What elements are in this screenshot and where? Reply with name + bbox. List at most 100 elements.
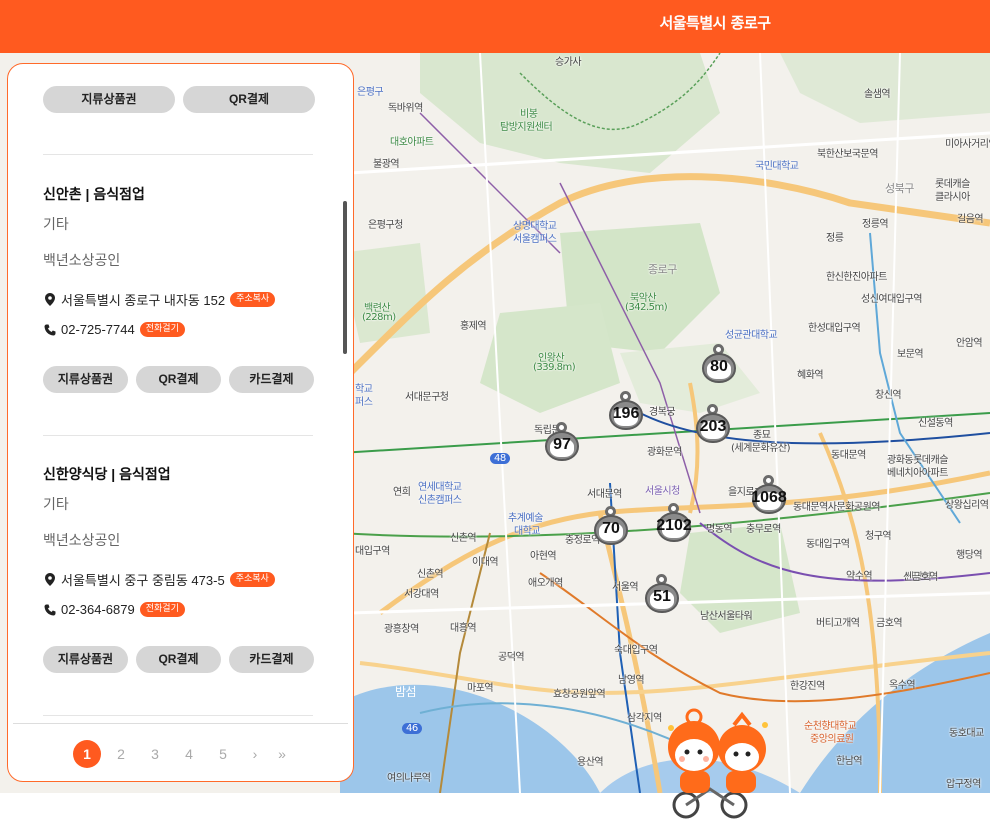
page-4-button[interactable]: 4 — [175, 740, 203, 768]
cluster-count: 80 — [710, 358, 728, 375]
call-button[interactable]: 전화걸기 — [139, 602, 185, 617]
next-page-button[interactable]: › — [241, 740, 269, 768]
map-label-gireum: 길음역 — [957, 214, 984, 225]
payment-button-row: 지류상품권 QR결제 카드결제 — [43, 646, 314, 673]
phone-icon — [43, 323, 57, 337]
map-label-gwanghwamun: 광화문역 — [647, 447, 682, 458]
map-label-gwanghwadong2: 베네치아아파트 — [887, 468, 948, 479]
map-label-baekryeonsan-h: (228m) — [362, 312, 396, 323]
map-label-jongmyo2: (세계문화유산) — [731, 443, 791, 454]
map-label-seodaemun-office: 서대문구청 — [405, 392, 449, 403]
payment-button-row: 지류상품권 QR결제 카드결제 — [43, 366, 314, 393]
map-label-solsaem: 솔샘역 — [864, 89, 891, 100]
store-type: 백년소상공인 — [43, 532, 121, 548]
map-label-yonsei2: 신촌캠퍼스 — [418, 495, 462, 506]
map-label-gongdeok: 공덕역 — [498, 652, 525, 663]
map-label-eunpyeong-office: 은평구청 — [368, 220, 403, 231]
store-address: 서울특별시 중구 중림동 473-5 — [61, 573, 225, 588]
map-label-samgakji: 삼각지역 — [627, 713, 662, 724]
store-name[interactable]: 신안촌 | 음식점업 — [43, 184, 145, 204]
store-list-scroll[interactable]: 지류상품권 QR결제 신안촌 | 음식점업 기타 백년소상공인 서울특별시 종로… — [8, 64, 353, 724]
page-2-button[interactable]: 2 — [107, 740, 135, 768]
payment-button-row: 지류상품권 QR결제 — [43, 86, 315, 113]
cluster-marker[interactable]: 70 — [593, 506, 629, 556]
map-label-sinchon: 신촌역 — [450, 533, 477, 544]
map-label-sinchon2: 신촌역 — [417, 569, 444, 580]
map-label-dokbawi: 독바위역 — [388, 103, 423, 114]
map-label-bamseom: 밤섬 — [395, 685, 417, 699]
store-category: 기타 — [43, 216, 69, 232]
map-label-sangwangsimni: 상왕십리역 — [945, 500, 989, 511]
map-label-yeouinaru: 여의나루역 — [387, 773, 431, 784]
call-button[interactable]: 전화걸기 — [139, 322, 185, 337]
map-label-sungshin: 성신여대입구역 — [861, 294, 922, 305]
cluster-marker[interactable]: 51 — [644, 574, 680, 624]
map-label-daeipgu: 대입구역 — [355, 546, 390, 557]
copy-address-button[interactable]: 주소복사 — [230, 292, 276, 307]
copy-address-button[interactable]: 주소복사 — [229, 572, 275, 587]
panel-scrollbar[interactable] — [343, 201, 347, 354]
map-label-ahyeon: 아현역 — [530, 551, 557, 562]
map-label-jeongneung: 정릉역 — [862, 219, 889, 230]
store-phone: 02-364-6879 — [61, 602, 135, 617]
cluster-count: 196 — [612, 405, 640, 422]
map-label-yeonhui: 연희 — [393, 487, 411, 498]
map-label-jeongneung2: 정릉 — [826, 233, 844, 244]
cluster-marker[interactable]: 80 — [701, 344, 737, 394]
page-3-button[interactable]: 3 — [141, 740, 169, 768]
map-label-bomun: 보문역 — [897, 349, 924, 360]
cluster-count: 2102 — [656, 517, 692, 534]
map-label-dongdaemun-ipgu: 동대입구역 — [806, 539, 850, 550]
cluster-marker[interactable]: 2102 — [656, 503, 692, 553]
last-page-button[interactable]: » — [268, 740, 296, 768]
map-label-yaksu: 약수역 — [846, 571, 873, 582]
phone-row: 02-725-7744 전화걸기 — [43, 322, 185, 337]
map-label-hyochang: 효창공원앞역 — [553, 689, 606, 700]
card-pay-button[interactable]: 카드결제 — [229, 366, 314, 393]
map-label-singeumho: 신금호역 — [903, 572, 938, 583]
store-address: 서울특별시 종로구 내자동 152 — [61, 293, 226, 308]
page-1-button[interactable]: 1 — [73, 740, 101, 768]
map-label-namyeong: 남영역 — [618, 675, 645, 686]
cluster-marker[interactable]: 1068 — [751, 475, 787, 525]
cluster-marker[interactable]: 97 — [544, 422, 580, 472]
road-48-badge: 48 — [490, 453, 510, 464]
map-label-gwangheungchang: 광흥창역 — [384, 624, 419, 635]
qr-pay-button[interactable]: QR결제 — [183, 86, 315, 113]
map-label-cheonggu: 청구역 — [865, 531, 892, 542]
map-label-anam: 안암역 — [956, 338, 983, 349]
map-label-hanshin: 한신한진아파트 — [826, 272, 887, 283]
phone-row: 02-364-6879 전화걸기 — [43, 602, 185, 617]
map-label-apgujeong: 압구정역 — [946, 779, 981, 790]
qr-pay-button[interactable]: QR결제 — [136, 366, 221, 393]
map-label-cityhall: 서울시청 — [645, 486, 680, 497]
card-pay-button[interactable]: 카드결제 — [229, 646, 314, 673]
gift-voucher-button[interactable]: 지류상품권 — [43, 646, 128, 673]
location-pin-icon — [43, 573, 57, 587]
cluster-marker[interactable]: 203 — [695, 404, 731, 454]
map-label-beotigogae: 버티고개역 — [816, 618, 860, 629]
gift-voucher-button[interactable]: 지류상품권 — [43, 86, 175, 113]
panel-footer-divider — [13, 723, 348, 724]
cluster-count: 70 — [602, 520, 620, 537]
map-label-daeheung: 대흥역 — [450, 623, 477, 634]
qr-pay-button[interactable]: QR결제 — [136, 646, 221, 673]
map-label-bugaksan-h: (342.5m) — [625, 302, 668, 313]
map-label-oksu: 옥수역 — [889, 680, 916, 691]
cluster-count: 203 — [699, 418, 727, 435]
map-label-miasageori: 미아사거리역 — [945, 139, 990, 150]
header-bar: 서울특별시 종로구 — [0, 0, 990, 53]
map-label-hannam: 한남역 — [836, 756, 863, 767]
gift-voucher-button[interactable]: 지류상품권 — [43, 366, 128, 393]
map-label-myeongdong: 명동역 — [706, 524, 733, 535]
region-title[interactable]: 서울특별시 종로구 — [600, 0, 830, 53]
cluster-marker[interactable]: 196 — [608, 391, 644, 441]
pagination: 1 2 3 4 5 › » — [8, 740, 353, 768]
map-label-namsan-tower: 남산서울타워 — [700, 611, 753, 622]
map-label-hongje: 홍제역 — [460, 321, 487, 332]
map-label-hangangjin: 한강진역 — [790, 681, 825, 692]
page-5-button[interactable]: 5 — [209, 740, 237, 768]
location-pin-icon — [43, 293, 57, 307]
store-list-panel: 지류상품권 QR결제 신안촌 | 음식점업 기타 백년소상공인 서울특별시 종로… — [7, 63, 354, 782]
store-name[interactable]: 신한양식당 | 음식점업 — [43, 464, 171, 484]
